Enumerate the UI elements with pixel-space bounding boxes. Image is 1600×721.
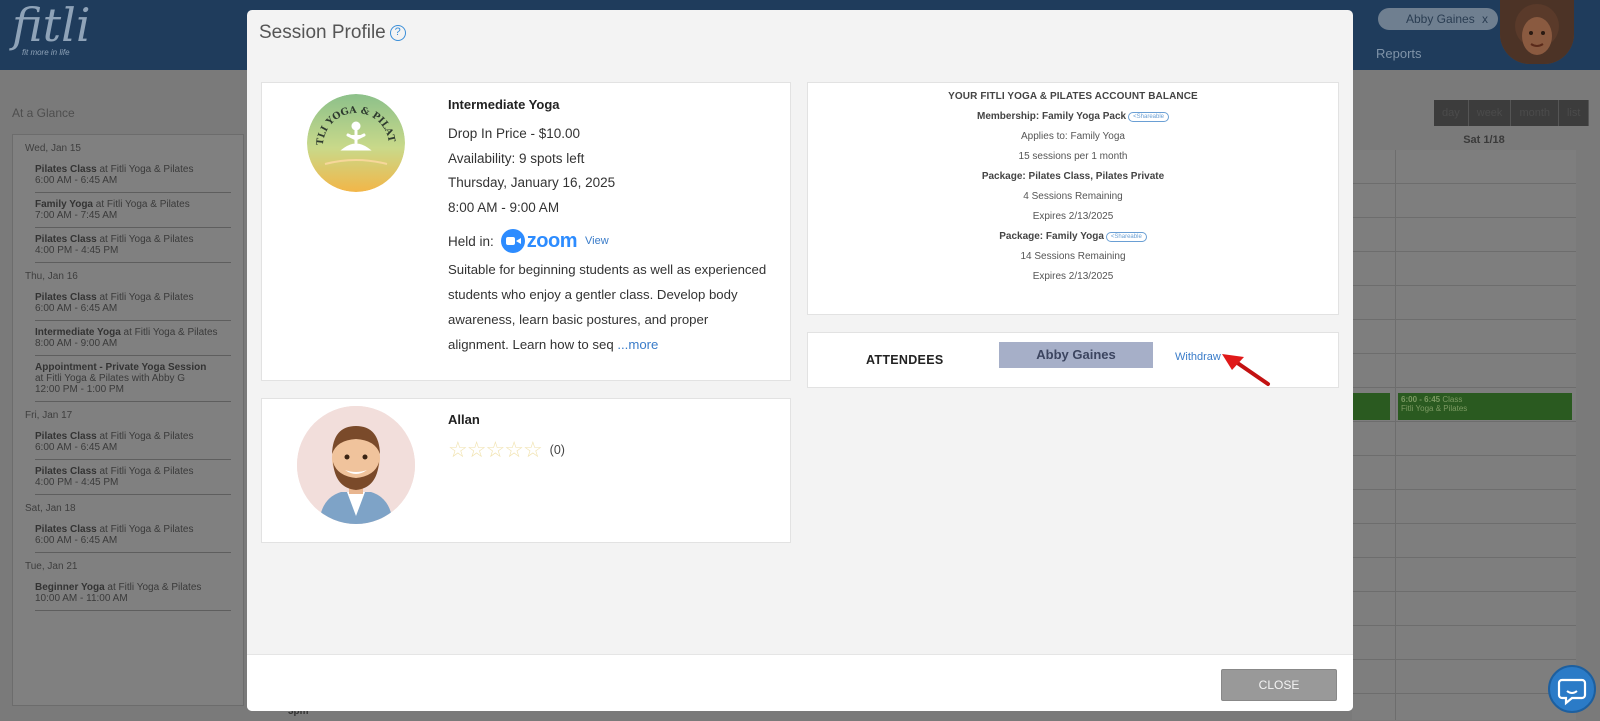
instructor-name: Allan — [448, 412, 480, 427]
modal-title: Session Profile? — [259, 22, 406, 44]
modal-footer: CLOSE — [247, 654, 1353, 711]
user-avatar[interactable] — [1500, 0, 1574, 64]
withdraw-link[interactable]: Withdraw — [1175, 351, 1221, 363]
studio-logo-icon: FITLI YOGA & PILATES — [307, 94, 405, 192]
logo-tagline: fit more in life — [22, 48, 70, 57]
list-item[interactable]: Pilates Class at Fitli Yoga & Pilates 6:0… — [35, 286, 231, 321]
instructor-card: Allan ☆ ☆ ☆ ☆ ☆ (0) — [261, 398, 791, 543]
description-text: Suitable for beginning students as well … — [448, 262, 767, 352]
view-week-button[interactable]: week — [1468, 100, 1512, 126]
user-menu[interactable]: Abby Gaines x — [1378, 8, 1498, 30]
zoom-logo: zoom — [500, 229, 578, 253]
at-a-glance-list: Wed, Jan 15 Pilates Class at Fitli Yoga … — [12, 134, 244, 706]
rating-count: (0) — [549, 443, 565, 457]
list-item[interactable]: Intermediate Yoga at Fitli Yoga & Pilate… — [35, 321, 231, 356]
view-list-button[interactable]: list — [1559, 100, 1590, 126]
list-item[interactable]: Appointment - Private Yoga Session at Fi… — [35, 356, 231, 402]
day-label: Thu, Jan 16 — [25, 271, 78, 282]
instructor-avatar-icon — [297, 406, 415, 524]
user-name: Abby Gaines — [1406, 12, 1475, 26]
calendar-day-header: Sat 1/18 — [1463, 134, 1505, 146]
balance-title: YOUR FITLI YOGA & PILATES ACCOUNT BALANC… — [948, 91, 1198, 102]
day-group: Thu, Jan 16 Pilates Class at Fitli Yoga … — [13, 271, 243, 402]
at-a-glance-title: At a Glance — [12, 106, 75, 120]
avatar-illustration-icon — [1500, 0, 1574, 64]
sessions-per: 15 sessions per 1 month — [1018, 151, 1128, 162]
shareable-badge: <Shareable — [1105, 232, 1147, 242]
list-item[interactable]: Pilates Class at Fitli Yoga & Pilates 6:0… — [35, 425, 231, 460]
package-remaining: 4 Sessions Remaining — [1023, 191, 1123, 202]
session-description: Suitable for beginning students as well … — [448, 257, 768, 357]
package-line: Package: Family Yoga <Shareable — [808, 231, 1338, 242]
session-time: 8:00 AM - 9:00 AM — [448, 200, 560, 215]
annotation-arrow-icon — [1222, 354, 1270, 386]
nav-reports[interactable]: Reports — [1376, 46, 1422, 61]
calendar-event[interactable] — [1352, 393, 1390, 420]
day-label: Wed, Jan 15 — [25, 143, 81, 154]
day-label: Fri, Jan 17 — [25, 410, 73, 421]
membership-line: Membership: Family Yoga Pack <Shareable — [808, 111, 1338, 122]
day-label: Sat, Jan 18 — [25, 503, 76, 514]
list-item[interactable]: Pilates Class at Fitli Yoga & Pilates 6:0… — [35, 518, 231, 553]
view-day-button[interactable]: day — [1434, 100, 1469, 126]
session-profile-modal: Session Profile? FITLI YOGA & PILATES — [247, 10, 1353, 711]
day-group: Fri, Jan 17 Pilates Class at Fitli Yoga … — [13, 410, 243, 495]
attendees-label: ATTENDEES — [866, 353, 944, 367]
zoom-view-link[interactable]: View — [585, 235, 609, 247]
package-expires: Expires 2/13/2025 — [1032, 271, 1114, 282]
more-link[interactable]: ...more — [617, 337, 658, 352]
list-item[interactable]: Beginner Yoga at Fitli Yoga & Pilates 10:… — [35, 576, 231, 611]
calendar-grid — [1352, 150, 1576, 720]
package-expires: Expires 2/13/2025 — [1032, 211, 1114, 222]
close-button[interactable]: CLOSE — [1221, 669, 1337, 701]
session-date: Thursday, January 16, 2025 — [448, 175, 616, 190]
day-group: Sat, Jan 18 Pilates Class at Fitli Yoga … — [13, 503, 243, 553]
star-icon: ☆ — [466, 437, 487, 462]
availability: Availability: 9 spots left — [448, 151, 585, 166]
day-group: Wed, Jan 15 Pilates Class at Fitli Yoga … — [13, 143, 243, 263]
list-item[interactable]: Pilates Class at Fitli Yoga & Pilates 4:0… — [35, 228, 231, 263]
package-remaining: 14 Sessions Remaining — [1020, 251, 1126, 262]
attendee-name-button[interactable]: Abby Gaines — [999, 342, 1153, 368]
modal-title-text: Session Profile — [259, 22, 386, 43]
zoom-camera-icon — [500, 229, 525, 253]
view-month-button[interactable]: month — [1511, 100, 1560, 126]
star-icon: ☆ — [522, 437, 543, 462]
star-icon: ☆ — [504, 437, 524, 462]
calendar-column-divider — [1395, 150, 1396, 720]
list-item[interactable]: Family Yoga at Fitli Yoga & Pilates 7:00 … — [35, 193, 231, 228]
list-item[interactable]: Pilates Class at Fitli Yoga & Pilates 4:0… — [35, 460, 231, 495]
day-group: Tue, Jan 21 Beginner Yoga at Fitli Yoga … — [13, 561, 243, 611]
shareable-badge: <Shareable — [1128, 112, 1169, 122]
applies-to: Applies to: Family Yoga — [1021, 131, 1125, 142]
calendar-view-switcher: day week month list — [1434, 100, 1590, 126]
chat-bubble-icon — [1557, 678, 1587, 706]
list-item[interactable]: Pilates Class at Fitli Yoga & Pilates 6:0… — [35, 158, 231, 193]
star-icon: ☆ — [485, 437, 505, 462]
user-menu-close[interactable]: x — [1482, 8, 1488, 30]
account-balance-card: YOUR FITLI YOGA & PILATES ACCOUNT BALANC… — [807, 82, 1339, 315]
fitli-logo: fitli — [12, 0, 91, 52]
star-icon: ☆ — [448, 437, 468, 462]
drop-in-price: Drop In Price - $10.00 — [448, 126, 581, 141]
held-in-label: Held in: — [448, 233, 494, 249]
held-in-row: Held in: zoom View — [448, 229, 609, 253]
chat-button[interactable] — [1548, 665, 1596, 713]
calendar-event[interactable]: 6:00 - 6:45 Class Fitli Yoga & Pilates — [1398, 393, 1572, 420]
package-line: Package: Pilates Class, Pilates Private — [981, 171, 1165, 182]
session-name: Intermediate Yoga — [448, 97, 560, 112]
zoom-wordmark: zoom — [526, 229, 578, 252]
studio-logo: FITLI YOGA & PILATES — [307, 94, 405, 192]
help-icon[interactable]: ? — [389, 25, 406, 41]
instructor-avatar — [297, 406, 415, 524]
star-rating: ☆ ☆ ☆ ☆ ☆ (0) — [448, 437, 565, 463]
session-details-card: FITLI YOGA & PILATES Intermediate Yoga D… — [261, 82, 791, 381]
day-label: Tue, Jan 21 — [25, 561, 78, 572]
